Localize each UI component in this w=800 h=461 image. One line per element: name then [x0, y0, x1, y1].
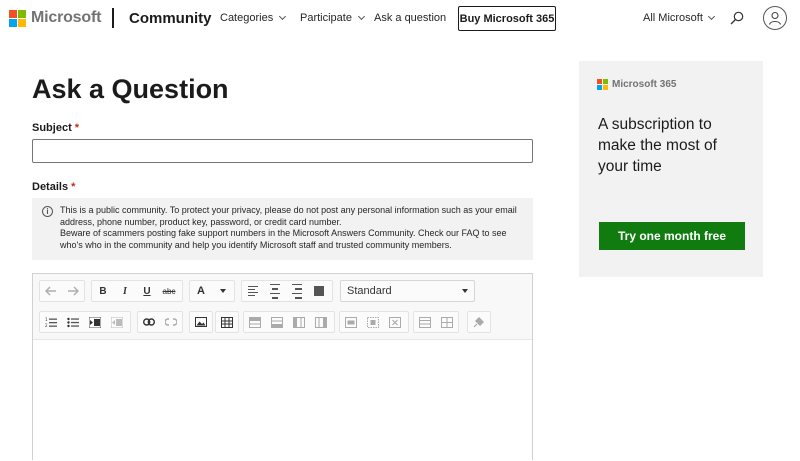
nav-ask-question-label: Ask a question: [374, 12, 447, 24]
caret-down-icon: [462, 289, 468, 293]
nav-categories-label: Categories: [220, 12, 274, 24]
subject-label-text: Subject: [32, 122, 72, 134]
details-editor: B I U abc A Standard 12: [32, 273, 533, 460]
details-label-text: Details: [32, 181, 69, 193]
microsoft-365-logo: Microsoft 365: [597, 79, 676, 90]
link-icon[interactable]: [138, 312, 160, 332]
nav-participate[interactable]: Participate: [300, 12, 366, 24]
microsoft-logo[interactable]: Microsoft: [9, 9, 101, 27]
cell-group: [339, 311, 409, 333]
table-header-icon[interactable]: [414, 312, 436, 332]
table-properties-icon[interactable]: [436, 312, 458, 332]
numbered-list-icon[interactable]: 12: [40, 312, 62, 332]
list-indent-group: 12: [39, 311, 131, 333]
font-color-group: A: [189, 280, 235, 302]
indent-icon[interactable]: [84, 312, 106, 332]
font-color-dropdown[interactable]: [212, 281, 234, 301]
font-color-button[interactable]: A: [190, 281, 212, 301]
outdent-icon[interactable]: [106, 312, 128, 332]
microsoft-logo-icon: [597, 79, 608, 90]
subject-label: Subject *: [32, 122, 79, 134]
table-icon[interactable]: [216, 312, 238, 332]
clear-format-group: [467, 311, 491, 333]
chevron-down-icon: [357, 12, 366, 21]
align-center-icon[interactable]: [264, 281, 286, 301]
account-icon[interactable]: [763, 6, 787, 30]
unlink-icon[interactable]: [160, 312, 182, 332]
insert-row-below-icon[interactable]: [266, 312, 288, 332]
header-divider: [112, 8, 114, 28]
insert-col-right-icon[interactable]: [310, 312, 332, 332]
table-rows-cols-group: [243, 311, 335, 333]
split-cells-icon[interactable]: [362, 312, 384, 332]
svg-text:2: 2: [45, 323, 48, 328]
paragraph-format-select[interactable]: Standard: [340, 280, 475, 302]
scam-warning-text: Beware of scammers posting fake support …: [60, 228, 507, 250]
clear-formatting-icon[interactable]: [468, 312, 490, 332]
redo-icon[interactable]: [62, 281, 84, 301]
alignment-group: [241, 280, 333, 302]
align-left-icon[interactable]: [242, 281, 264, 301]
justify-icon[interactable]: [308, 281, 330, 301]
history-group: [39, 280, 85, 302]
chevron-down-icon: [707, 12, 715, 21]
svg-text:1: 1: [45, 317, 48, 322]
nav-ask-question[interactable]: Ask a question: [374, 12, 446, 24]
top-header: Microsoft Community Categories Participa…: [0, 0, 800, 37]
promo-logo-text: Microsoft 365: [612, 79, 677, 90]
privacy-notice-text: This is a public community. To protect y…: [60, 205, 517, 227]
buy-microsoft-365-button[interactable]: Buy Microsoft 365: [458, 6, 556, 31]
italic-button[interactable]: I: [114, 281, 136, 301]
image-group: [189, 311, 213, 333]
microsoft-logo-icon: [9, 9, 26, 27]
chevron-down-icon: [279, 12, 287, 21]
text-style-group: B I U abc: [91, 280, 183, 302]
community-brand-link[interactable]: Community: [129, 10, 212, 27]
all-microsoft-label: All Microsoft: [643, 12, 703, 24]
info-icon: i: [42, 206, 53, 217]
promo-headline: A subscription to make the most of your …: [598, 116, 717, 175]
merge-cells-icon[interactable]: [340, 312, 362, 332]
table-group: [215, 311, 239, 333]
page-title: Ask a Question: [32, 74, 229, 104]
insert-col-left-icon[interactable]: [288, 312, 310, 332]
nav-participate-label: Participate: [300, 12, 352, 24]
logo-text: Microsoft: [31, 9, 102, 26]
caret-down-icon: [220, 289, 226, 293]
required-mark: *: [74, 122, 80, 134]
try-free-button[interactable]: Try one month free: [599, 222, 745, 250]
bulleted-list-icon[interactable]: [62, 312, 84, 332]
align-right-icon[interactable]: [286, 281, 308, 301]
delete-cells-icon[interactable]: [384, 312, 406, 332]
details-label: Details *: [32, 181, 75, 193]
table-props-group: [413, 311, 459, 333]
microsoft-365-promo: Microsoft 365 A subscription to make the…: [579, 61, 763, 277]
editor-toolbar: B I U abc A Standard 12: [33, 274, 532, 340]
strikethrough-button[interactable]: abc: [158, 281, 180, 301]
all-microsoft-menu[interactable]: All Microsoft: [643, 12, 715, 24]
underline-button[interactable]: U: [136, 281, 158, 301]
bold-button[interactable]: B: [92, 281, 114, 301]
insert-row-above-icon[interactable]: [244, 312, 266, 332]
editor-content-area[interactable]: [33, 341, 532, 461]
search-icon[interactable]: [730, 11, 744, 25]
nav-categories[interactable]: Categories: [220, 12, 287, 24]
subject-input[interactable]: [32, 139, 533, 163]
image-icon[interactable]: [190, 312, 212, 332]
undo-icon[interactable]: [40, 281, 62, 301]
privacy-notice: i This is a public community. To protect…: [32, 198, 533, 260]
format-select-value: Standard: [347, 285, 392, 297]
link-group: [137, 311, 183, 333]
required-mark: *: [71, 181, 76, 193]
